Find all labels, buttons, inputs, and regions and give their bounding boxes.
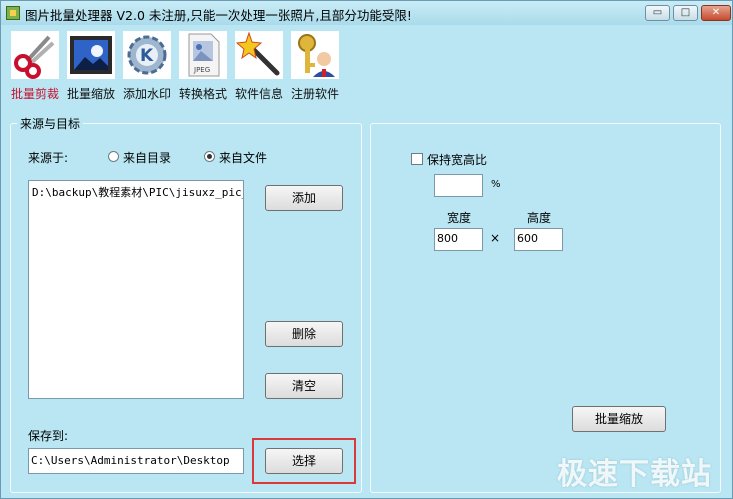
percent-unit: %	[491, 179, 501, 190]
file-list[interactable]: D:\backup\教程素材\PIC\jisuxz_pic_4	[28, 180, 244, 399]
svg-text:K: K	[140, 46, 154, 66]
resize-panel	[370, 123, 721, 493]
percent-field[interactable]	[434, 174, 483, 197]
radio-from-directory[interactable]	[108, 151, 119, 162]
scissors-icon	[11, 31, 59, 79]
window-title: 图片批量处理器 V2.0 未注册,只能一次处理一张照片,且部分功能受限!	[25, 8, 412, 23]
jpeg-file-icon: JPEG	[179, 31, 227, 79]
source-label: 来源于:	[28, 151, 69, 165]
title-bar: 图片批量处理器 V2.0 未注册,只能一次处理一张照片,且部分功能受限! ▭ □…	[1, 1, 732, 25]
site-watermark: 极速下载站	[557, 457, 712, 492]
times-sign: ×	[490, 231, 501, 245]
highlight-box	[252, 438, 356, 484]
tool-software-info[interactable]: 软件信息	[230, 31, 288, 102]
tool-batch-crop[interactable]: 批量剪裁	[6, 31, 64, 102]
add-button[interactable]: 添加	[265, 185, 343, 211]
app-icon	[6, 6, 20, 20]
tool-add-watermark[interactable]: K 添加水印	[118, 31, 176, 102]
tool-label: 添加水印	[122, 87, 171, 101]
save-path-field[interactable]: C:\Users\Administrator\Desktop	[28, 448, 244, 474]
tool-label: 转换格式	[178, 87, 227, 101]
magic-wand-icon	[235, 31, 283, 79]
delete-button[interactable]: 删除	[265, 321, 343, 347]
radio-from-file[interactable]	[204, 151, 215, 162]
app-window: 图片批量处理器 V2.0 未注册,只能一次处理一张照片,且部分功能受限! ▭ □…	[0, 0, 733, 499]
key-user-icon	[291, 31, 339, 79]
keep-ratio-label[interactable]: 保持宽高比	[427, 151, 487, 168]
keep-ratio-checkbox[interactable]	[411, 153, 423, 165]
list-item[interactable]: D:\backup\教程素材\PIC\jisuxz_pic_4	[32, 184, 243, 200]
height-field[interactable]: 600	[514, 228, 563, 251]
width-label: 宽度	[447, 211, 472, 225]
tool-register[interactable]: 注册软件	[286, 31, 344, 102]
clear-button[interactable]: 清空	[265, 373, 343, 399]
batch-resize-button[interactable]: 批量缩放	[572, 406, 666, 432]
radio-from-directory-label[interactable]: 来自目录	[123, 149, 171, 166]
maximize-button[interactable]: □	[673, 5, 698, 21]
width-field[interactable]: 800	[434, 228, 483, 251]
tool-label: 批量剪裁	[10, 87, 59, 101]
tool-convert-format[interactable]: JPEG 转换格式	[174, 31, 232, 102]
tool-label: 注册软件	[290, 87, 339, 101]
svg-text:JPEG: JPEG	[193, 66, 210, 74]
picture-frame-icon	[67, 31, 115, 79]
save-to-label: 保存到:	[28, 429, 69, 443]
radio-from-file-label[interactable]: 来自文件	[219, 149, 267, 166]
tool-label: 批量缩放	[66, 87, 115, 101]
minimize-button[interactable]: ▭	[645, 5, 670, 21]
tool-batch-resize[interactable]: 批量缩放	[62, 31, 120, 102]
tool-label: 软件信息	[234, 87, 283, 101]
close-button[interactable]: ✕	[701, 5, 731, 21]
gear-k-icon: K	[123, 31, 171, 79]
panel-title: 来源与目标	[17, 115, 84, 132]
height-label: 高度	[527, 211, 552, 225]
